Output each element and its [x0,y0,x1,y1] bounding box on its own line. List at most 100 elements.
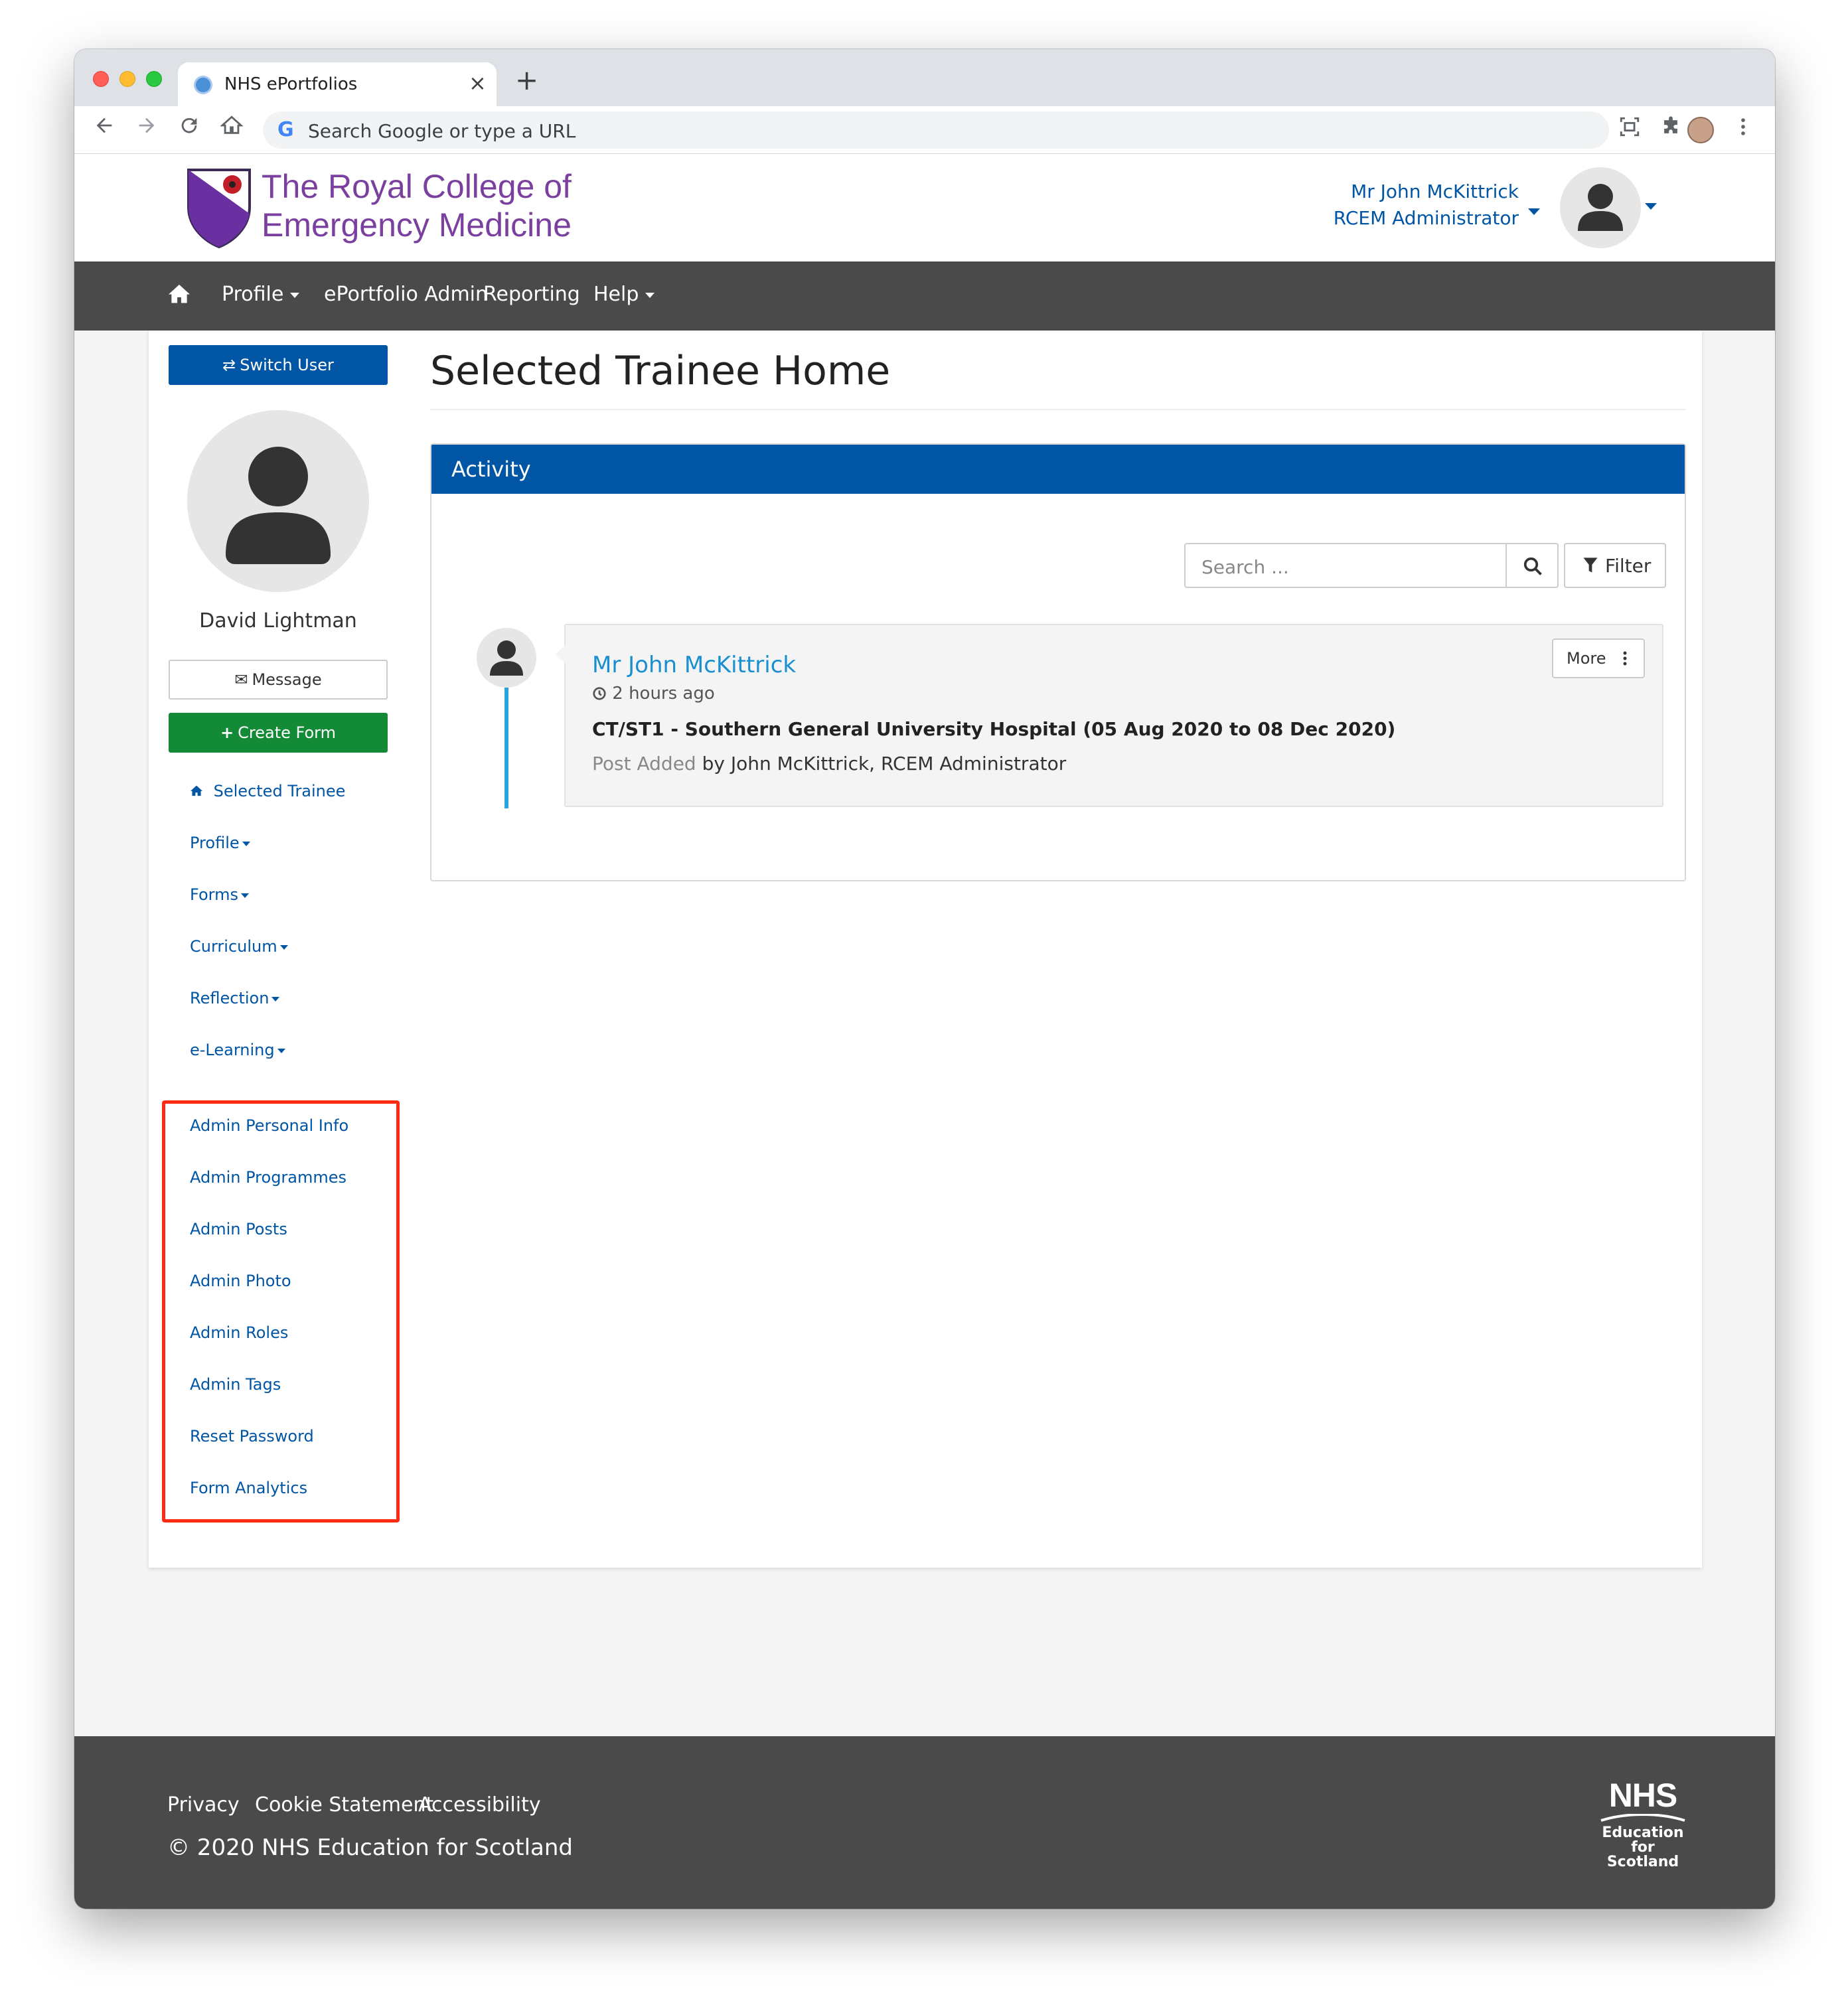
activity-panel: Activity Search ... Filter Mr John McKit… [430,443,1686,881]
extensions-puzzle-icon[interactable] [1659,115,1682,143]
search-button[interactable] [1505,543,1559,588]
activity-panel-title: Activity [451,457,531,482]
activity-title: CT/ST1 - Southern General University Hos… [592,718,1396,740]
home-icon[interactable] [220,114,244,143]
activity-by: by John McKittrick, RCEM Administrator [702,753,1067,775]
header-user-avatar[interactable] [1560,167,1641,248]
address-placeholder: Search Google or type a URL [308,120,576,142]
home-icon [190,782,208,800]
clock-icon [592,684,612,704]
maximize-window-button[interactable] [146,71,162,87]
footer-copyright: © 2020 NHS Education for Scotland [167,1834,573,1861]
activity-description: Post Added by John McKittrick, RCEM Admi… [592,753,1066,775]
sidebar-item-form-analytics[interactable]: Form Analytics [190,1479,307,1497]
current-user-name[interactable]: Mr John McKittrick [1351,181,1519,202]
activity-search-input[interactable]: Search ... [1184,543,1507,588]
sidebar-item-selected-trainee[interactable]: Selected Trainee [190,782,345,800]
address-bar[interactable]: G Search Google or type a URL [263,112,1609,149]
logo-line-1: The Royal College of [262,168,572,205]
sidebar-item-admin-tags[interactable]: Admin Tags [190,1375,281,1394]
vertical-ellipsis-icon [1623,651,1627,666]
browser-window: NHS ePortfolios × + G Search Google or t… [74,49,1775,1909]
current-user-role[interactable]: RCEM Administrator [1334,207,1519,229]
search-placeholder: Search ... [1201,556,1289,578]
site-footer: Privacy Cookie Statement Accessibility ©… [74,1736,1775,1909]
browser-profile-avatar[interactable] [1687,117,1714,143]
trainee-avatar [187,410,369,592]
nav-eportfolio-admin[interactable]: ePortfolio Admin [324,283,488,306]
rcem-shield-logo[interactable] [186,167,252,252]
nav-reporting[interactable]: Reporting [483,283,580,306]
chevron-down-icon [242,841,250,846]
tab-close-icon[interactable]: × [469,70,487,96]
avatar-menu-caret-icon[interactable] [1645,203,1657,210]
page-title: Selected Trainee Home [430,348,891,394]
create-form-button[interactable]: + Create Form [169,713,388,753]
google-icon: G [277,118,294,141]
browser-toolbar: G Search Google or type a URL [74,106,1775,154]
filter-label: Filter [1605,555,1652,577]
reload-icon[interactable] [178,114,200,143]
close-window-button[interactable] [93,71,109,87]
footer-cookie-link[interactable]: Cookie Statement [255,1793,433,1817]
admin-links-highlight [162,1100,400,1523]
sidebar-item-profile[interactable]: Profile [190,834,250,852]
nav-help[interactable]: Help [593,283,655,306]
sidebar-item-admin-photo[interactable]: Admin Photo [190,1272,291,1290]
sidebar-item-admin-programmes[interactable]: Admin Programmes [190,1168,346,1187]
filter-button[interactable]: Filter [1564,543,1666,588]
web-page: The Royal College of Emergency Medicine … [74,154,1775,1909]
chevron-down-icon [240,893,249,898]
back-arrow-icon[interactable] [93,114,116,143]
screenshot-icon[interactable] [1618,115,1641,143]
minimize-window-button[interactable] [119,71,135,87]
nhs-mark: NHS [1608,1777,1678,1814]
sidebar-item-reflection[interactable]: Reflection [190,989,280,1007]
home-icon[interactable] [167,283,191,309]
nhs-swoosh-icon [1600,1813,1685,1822]
search-icon [1523,557,1542,575]
card-pointer [555,645,566,664]
new-tab-button[interactable]: + [515,64,538,96]
kebab-menu-icon[interactable] [1739,115,1747,143]
nav-profile[interactable]: Profile [222,283,300,306]
globe-icon [194,76,212,94]
chevron-down-icon [645,292,655,298]
activity-author-avatar [477,628,536,688]
sidebar-item-curriculum[interactable]: Curriculum [190,937,288,956]
activity-item: Mr John McKittrick 2 hours ago CT/ST1 - … [555,624,1663,807]
sidebar-item-forms[interactable]: Forms [190,885,249,904]
timeline-line [504,688,508,808]
tab-title: NHS ePortfolios [224,74,358,94]
title-divider [430,409,1686,410]
browser-tab[interactable]: NHS ePortfolios × [178,62,497,106]
switch-user-button[interactable]: ⇄ Switch User [169,345,388,385]
trainee-name: David Lightman [199,609,357,632]
activity-panel-header: Activity [431,445,1685,494]
sidebar-item-reset-password[interactable]: Reset Password [190,1427,314,1446]
content-card: ⇄ Switch User David Lightman ✉ Message + Cr… [149,331,1702,1568]
exchange-icon: ⇄ [222,356,236,374]
forward-arrow-icon[interactable] [135,114,158,143]
filter-icon [1583,558,1598,573]
footer-accessibility-link[interactable]: Accessibility [418,1793,541,1817]
tab-strip: NHS ePortfolios × + [74,49,1775,106]
main-navbar: Profile ePortfolio Admin Reporting Help [74,261,1775,331]
message-button[interactable]: ✉ Message [169,660,388,700]
sidebar-item-admin-posts[interactable]: Admin Posts [190,1220,287,1238]
sidebar-item-admin-personal-info[interactable]: Admin Personal Info [190,1116,348,1135]
user-menu-caret-icon[interactable] [1528,208,1540,215]
footer-privacy-link[interactable]: Privacy [167,1793,240,1817]
chevron-down-icon [271,996,280,1002]
rcem-logo-text[interactable]: The Royal College of Emergency Medicine [262,167,572,244]
chevron-down-icon [277,1048,285,1053]
logo-line-2: Emergency Medicine [262,206,572,244]
site-header: The Royal College of Emergency Medicine … [74,154,1775,261]
activity-author-link[interactable]: Mr John McKittrick [592,652,796,678]
nhs-education-scotland-logo: NHS Education for Scotland [1593,1777,1693,1870]
more-button[interactable]: More [1552,638,1645,678]
sidebar-item-elearning[interactable]: e-Learning [190,1041,285,1059]
chevron-down-icon [290,292,300,298]
chevron-down-icon [279,944,288,950]
sidebar-item-admin-roles[interactable]: Admin Roles [190,1323,288,1342]
